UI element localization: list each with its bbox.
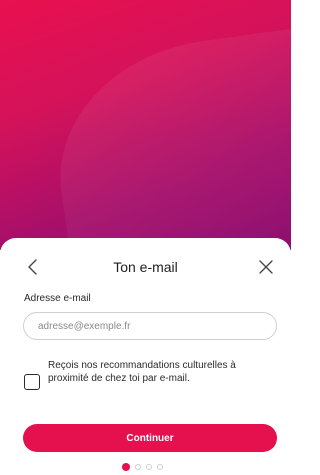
close-icon[interactable] [257,258,275,276]
hero-swoosh-decoration [43,18,291,250]
sheet-header: Ton e-mail [0,238,291,296]
step-dot [135,464,141,470]
email-bottom-sheet: Ton e-mail Adresse e-mail Reçois nos rec… [0,238,291,475]
hero-background [0,0,291,250]
step-dot [146,464,152,470]
email-field[interactable] [23,312,277,340]
page-title: Ton e-mail [113,259,178,275]
email-field-label: Adresse e-mail [24,293,91,304]
step-dot [157,464,163,470]
step-indicator [122,463,163,471]
step-dot-active [122,463,130,471]
consent-checkbox[interactable] [24,374,40,390]
continue-button[interactable]: Continuer [23,424,277,452]
consent-label: Reçois nos recommandations culturelles à… [48,360,236,384]
